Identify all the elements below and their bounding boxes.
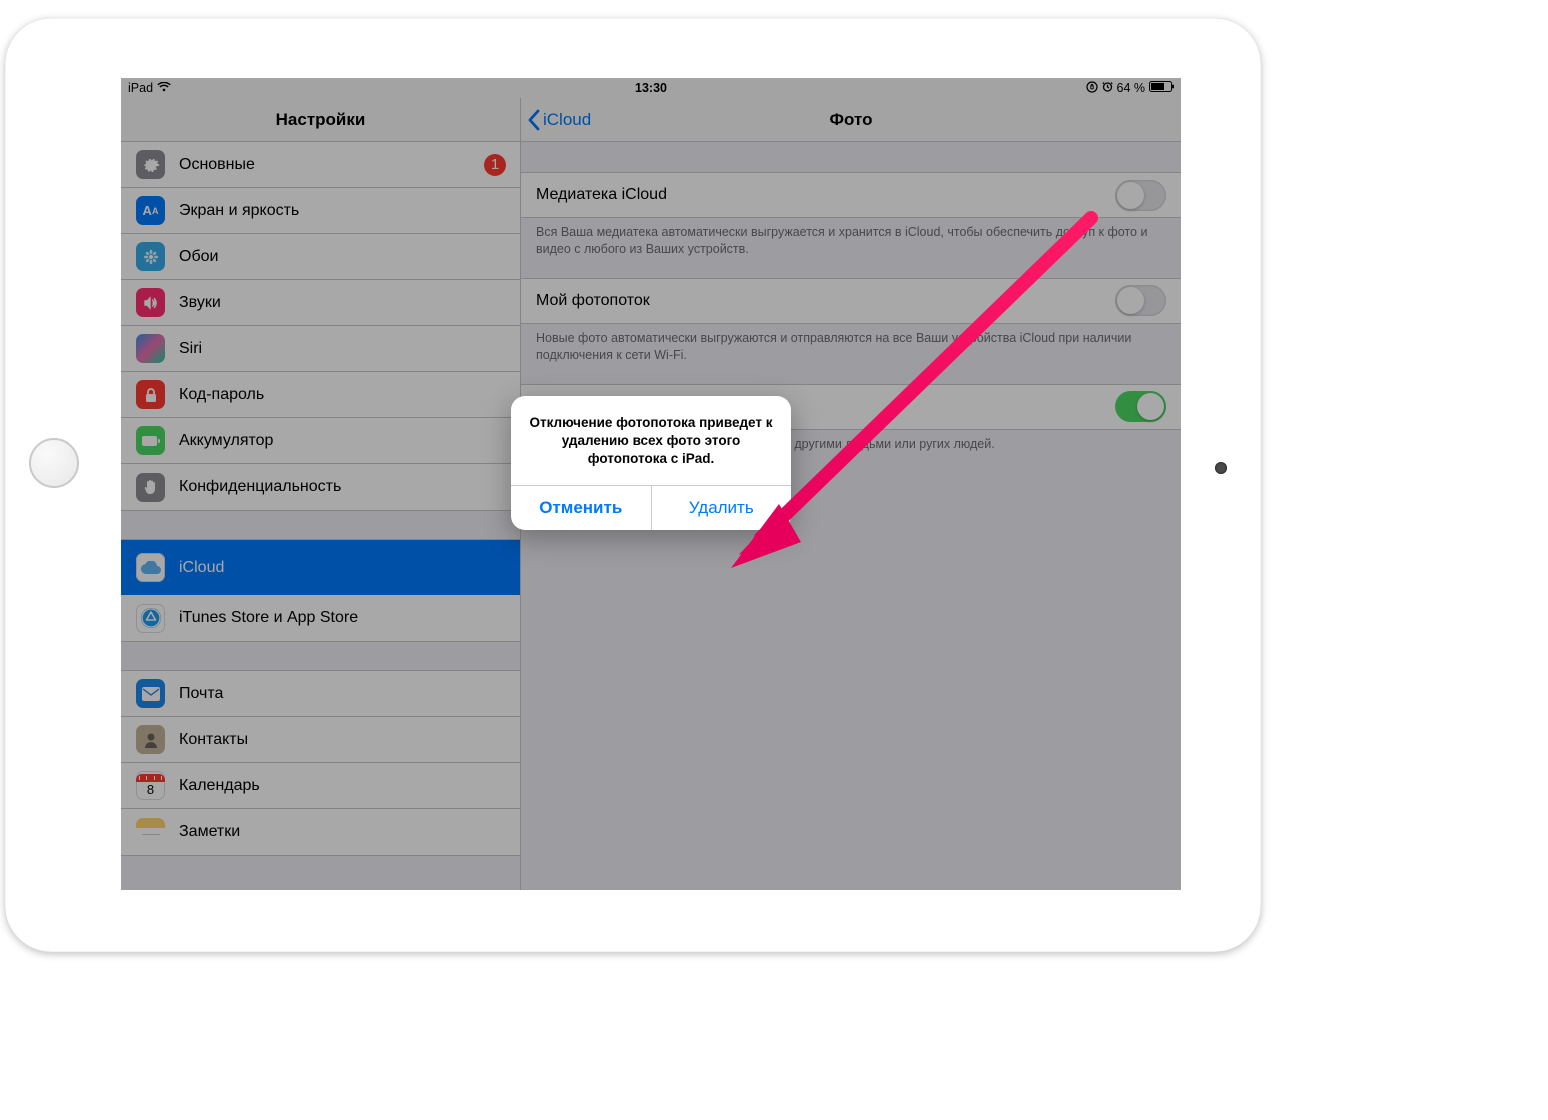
battery-icon — [1149, 81, 1174, 95]
toggle-shared-albums[interactable] — [1115, 391, 1166, 422]
sidebar-item-general[interactable]: Основные 1 — [121, 142, 520, 188]
sidebar-item-battery[interactable]: Аккумулятор — [121, 418, 520, 464]
sidebar-group-3: Почта Контакты 8 Календарь Заметки — [121, 670, 520, 856]
toggle-icloud-library[interactable] — [1115, 180, 1166, 211]
sidebar-item-wallpaper[interactable]: Обои — [121, 234, 520, 280]
setting-label: Медиатека iCloud — [536, 186, 667, 204]
appstore-icon — [136, 604, 165, 633]
flower-icon — [136, 242, 165, 271]
sidebar-item-siri[interactable]: Siri — [121, 326, 520, 372]
ipad-frame: iPad 13:30 64 % — [5, 18, 1261, 952]
sidebar-item-label: Контакты — [179, 731, 248, 749]
sidebar-item-privacy[interactable]: Конфиденциальность — [121, 464, 520, 510]
contacts-icon — [136, 725, 165, 754]
notes-icon — [136, 818, 165, 847]
home-button[interactable] — [29, 438, 79, 488]
cancel-button[interactable]: Отменить — [511, 486, 652, 530]
device-label: iPad — [128, 81, 153, 95]
sidebar-item-sounds[interactable]: Звуки — [121, 280, 520, 326]
sidebar-item-mail[interactable]: Почта — [121, 671, 520, 717]
lock-icon — [136, 380, 165, 409]
calendar-icon: 8 — [136, 771, 165, 800]
status-bar: iPad 13:30 64 % — [121, 78, 1181, 98]
sidebar-item-contacts[interactable]: Контакты — [121, 717, 520, 763]
sidebar-group-1: Основные 1 AA Экран и яркость Обои Звуки — [121, 141, 520, 511]
annotation-arrow — [681, 208, 1111, 588]
toggle-photostream[interactable] — [1115, 285, 1166, 316]
battery-percent: 64 % — [1117, 81, 1146, 95]
detail-title: Фото — [830, 110, 873, 130]
sidebar-item-label: Аккумулятор — [179, 432, 273, 450]
sidebar-item-label: Код-пароль — [179, 386, 264, 404]
notification-badge: 1 — [484, 154, 506, 176]
sidebar-item-label: Siri — [179, 340, 202, 358]
sidebar-item-label: Календарь — [179, 777, 260, 795]
mail-icon — [136, 679, 165, 708]
sidebar-item-icloud[interactable]: iCloud — [121, 540, 520, 595]
sidebar-item-passcode[interactable]: Код-пароль — [121, 372, 520, 418]
sidebar-item-label: Звуки — [179, 294, 221, 312]
sidebar-group-2: iCloud iTunes Store и App Store — [121, 539, 520, 642]
sidebar-item-notes[interactable]: Заметки — [121, 809, 520, 855]
detail-navbar: iCloud Фото — [521, 98, 1181, 142]
hand-icon — [136, 473, 165, 502]
battery-icon — [136, 426, 165, 455]
alarm-icon — [1102, 81, 1113, 95]
sidebar-item-label: iCloud — [179, 559, 224, 577]
sidebar-item-label: Основные — [179, 156, 255, 174]
siri-icon — [136, 334, 165, 363]
speaker-icon — [136, 288, 165, 317]
sidebar-item-display[interactable]: AA Экран и яркость — [121, 188, 520, 234]
sidebar-item-label: Почта — [179, 685, 223, 703]
sidebar-item-label: Конфиденциальность — [179, 478, 341, 496]
orientation-lock-icon — [1086, 81, 1098, 96]
wifi-icon — [157, 81, 171, 95]
back-button[interactable]: iCloud — [521, 109, 591, 131]
sidebar-item-itunes[interactable]: iTunes Store и App Store — [121, 595, 520, 641]
sidebar-item-label: Заметки — [179, 823, 240, 841]
sidebar-item-label: Экран и яркость — [179, 202, 299, 220]
cloud-icon — [136, 553, 165, 582]
sidebar-item-label: iTunes Store и App Store — [179, 609, 358, 627]
gear-icon — [136, 150, 165, 179]
sidebar-item-label: Обои — [179, 248, 218, 266]
text-size-icon: AA — [136, 196, 165, 225]
front-camera — [1215, 462, 1227, 474]
screen: iPad 13:30 64 % — [121, 78, 1181, 890]
settings-sidebar: Настройки Основные 1 AA Экран и яркость … — [121, 98, 521, 890]
sidebar-title: Настройки — [121, 98, 520, 142]
sidebar-item-calendar[interactable]: 8 Календарь — [121, 763, 520, 809]
clock: 13:30 — [635, 81, 667, 95]
back-label: iCloud — [543, 110, 591, 130]
setting-label: Мой фотопоток — [536, 292, 650, 310]
chevron-left-icon — [527, 109, 540, 131]
